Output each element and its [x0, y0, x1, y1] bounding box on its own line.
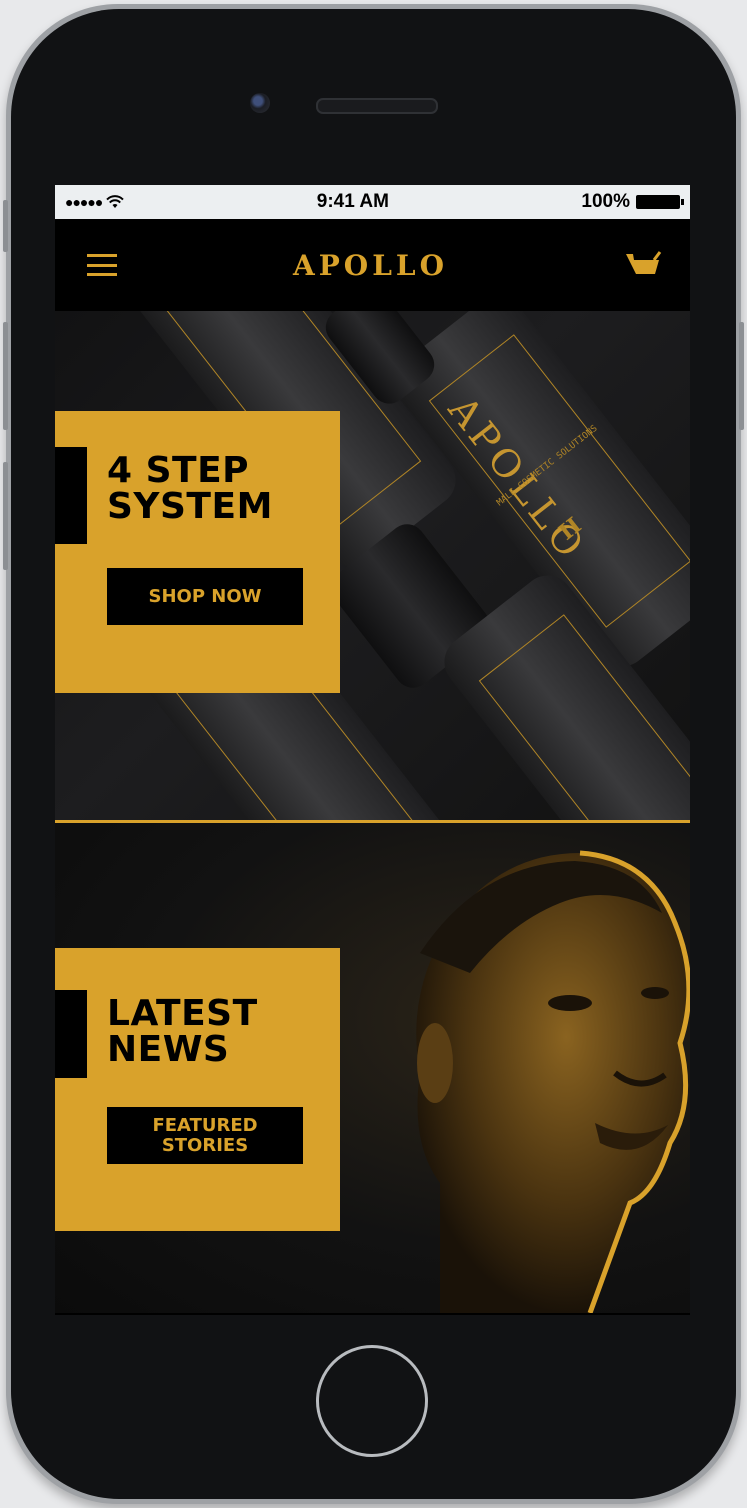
hero-heading-line1: 4 STEP [107, 450, 250, 491]
hero-banner[interactable]: APOLLO MALE COSMETIC SOLUTIONS II 4 STEP… [55, 311, 690, 823]
power-button [739, 322, 744, 430]
battery-icon [635, 195, 684, 209]
brand-logo[interactable]: APOLLO [293, 249, 448, 282]
screen: ●●●●● 9:41 AM 100% APOLLO APOLLO MALE CO… [55, 185, 690, 1315]
volume-down-button [3, 462, 8, 570]
signal-dots: ●●●●● [65, 194, 103, 210]
model-portrait-image [416, 850, 690, 1313]
menu-icon[interactable] [87, 254, 117, 276]
featured-stories-line1: FEATURED [152, 1114, 258, 1136]
hero-heading-line2: SYSTEM [107, 486, 273, 527]
status-battery: 100% [581, 191, 684, 213]
hero-heading: 4 STEP SYSTEM [107, 453, 273, 525]
status-bar: ●●●●● 9:41 AM 100% [55, 185, 690, 219]
featured-stories-line2: STORIES [161, 1134, 249, 1156]
panel-tab-accent [55, 990, 87, 1078]
news-heading-line1: LATEST [107, 993, 258, 1034]
status-time: 9:41 AM [316, 191, 389, 212]
wifi-icon [106, 195, 125, 208]
panel-tab-accent [55, 447, 87, 544]
mute-switch [3, 200, 8, 252]
featured-stories-button[interactable]: FEATURED STORIES [107, 1107, 303, 1164]
news-promo-panel: LATEST NEWS FEATURED STORIES [55, 948, 340, 1231]
battery-percent: 100% [581, 191, 630, 212]
status-signal: ●●●●● [65, 194, 125, 210]
front-camera [250, 93, 270, 113]
news-heading-line2: NEWS [107, 1029, 230, 1070]
latest-news-banner[interactable]: LATEST NEWS FEATURED STORIES [55, 823, 690, 1313]
volume-up-button [3, 322, 8, 430]
news-heading: LATEST NEWS [107, 996, 258, 1068]
navbar: APOLLO [55, 219, 690, 311]
hero-promo-panel: 4 STEP SYSTEM SHOP NOW [55, 411, 340, 693]
earpiece-speaker [316, 98, 438, 114]
home-button[interactable] [316, 1345, 428, 1457]
shop-now-button[interactable]: SHOP NOW [107, 568, 303, 625]
cart-icon[interactable] [624, 250, 662, 280]
